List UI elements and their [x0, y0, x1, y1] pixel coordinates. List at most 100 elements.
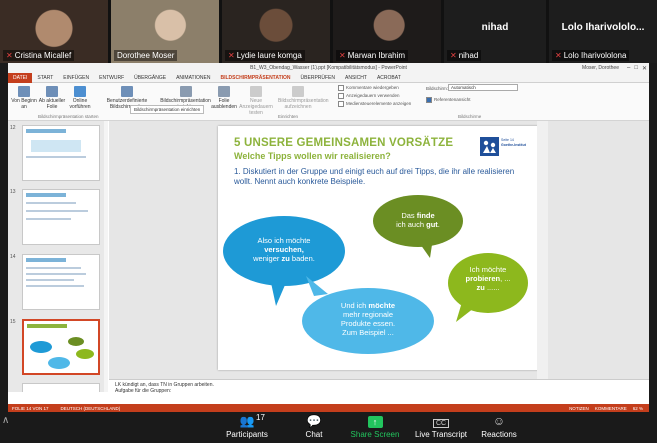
- bubble-text-2: Das finde ich auch gut.: [396, 211, 440, 229]
- notes-button[interactable]: NOTIZEN: [569, 406, 589, 411]
- slide-thumbnails-panel: 12 13 14 15: [8, 121, 108, 392]
- bubble-tail: [270, 278, 288, 306]
- powerpoint-window: B1_W3_Obendag_Wasser (1).ppt [Kompatibil…: [8, 63, 649, 412]
- more-options-icon[interactable]: ∧: [2, 415, 9, 426]
- participant-display-name: nihad: [481, 22, 509, 33]
- tab-animations[interactable]: ANIMATIONEN: [171, 73, 215, 83]
- group-label: Einrichten: [278, 114, 299, 119]
- tab-acrobat[interactable]: ACROBAT: [372, 73, 406, 83]
- transcript-label: Live Transcript: [414, 430, 468, 439]
- slide-scrollbar[interactable]: [537, 121, 548, 379]
- mute-icon: ✕: [228, 51, 235, 60]
- slide-number: 15: [10, 319, 16, 325]
- thumb-line: [26, 267, 81, 269]
- participant-name: ✕ Lolo Iharivololona: [552, 50, 630, 61]
- thumb-box: [31, 140, 81, 152]
- thumb-title: [26, 129, 66, 133]
- hide-slide-icon: [218, 86, 230, 97]
- maximize-icon[interactable]: □: [634, 65, 638, 72]
- participants-label: Participants: [226, 430, 268, 439]
- ribbon-tabs: DATEI START EINFÜGEN ENTWURF ÜBERGÄNGE A…: [8, 72, 649, 83]
- reactions-label: Reactions: [481, 430, 517, 439]
- minimize-icon[interactable]: –: [627, 65, 630, 72]
- slide-thumbnail[interactable]: [22, 254, 100, 310]
- tab-slideshow[interactable]: BILDSCHIRMPRÄSENTATION: [215, 73, 295, 83]
- participant-name: ✕ Lydie laure komga: [225, 50, 305, 61]
- close-icon[interactable]: ✕: [642, 65, 647, 72]
- video-tile[interactable]: ✕ Lydie laure komga: [222, 0, 330, 63]
- tooltip: Bildschirmpräsentation einrichten: [130, 105, 205, 114]
- tab-insert[interactable]: EINFÜGEN: [58, 73, 94, 83]
- status-right: NOTIZEN KOMMENTARE 62 %: [569, 406, 643, 411]
- mute-icon: ✕: [450, 51, 457, 60]
- tab-file[interactable]: DATEI: [8, 72, 33, 83]
- tab-review[interactable]: ÜBERPRÜFEN: [296, 73, 340, 83]
- from-current-button[interactable]: Ab aktueller Folie: [38, 86, 66, 110]
- hide-slide-button[interactable]: Folie ausblenden: [210, 86, 238, 110]
- language-indicator[interactable]: DEUTSCH (DEUTSCHLAND): [61, 406, 121, 411]
- slide-thumbnail[interactable]: [22, 125, 100, 181]
- participant-name: Dorothee Moser: [114, 50, 178, 61]
- slide-number: 12: [10, 125, 16, 131]
- thumbnail-scrollbar[interactable]: [104, 121, 108, 392]
- video-tile[interactable]: Lolo Iharivololo... ✕ Lolo Iharivololona: [549, 0, 657, 63]
- participant-name: ✕ Cristina Micallef: [3, 50, 75, 61]
- slide-thumbnail[interactable]: [22, 189, 100, 245]
- slide-number: 13: [10, 189, 16, 195]
- slide-thumbnail-selected[interactable]: [22, 319, 100, 375]
- checkbox-presenter-view[interactable]: Referentenansicht: [426, 97, 471, 103]
- thumb-bubble: [48, 357, 70, 369]
- window-controls: – □ ✕: [627, 65, 647, 72]
- slide-canvas[interactable]: 5 UNSERE GEMEINSAMEN VORSÄTZE Welche Tip…: [218, 126, 546, 370]
- window-titlebar: B1_W3_Obendag_Wasser (1).ppt [Kompatibil…: [8, 63, 649, 73]
- thumb-line: [26, 218, 71, 220]
- bubble-text-4: Und ich möchte mehr regionale Produkte e…: [340, 301, 396, 337]
- participant-name: ✕ Marwan Ibrahim: [336, 50, 409, 61]
- thumb-line: [26, 273, 86, 275]
- from-beginning-button[interactable]: Von Beginn an: [10, 86, 38, 110]
- thumb-title: [26, 258, 66, 262]
- checkbox-media-controls[interactable]: Mediensteuerelemente anzeigen: [338, 101, 411, 107]
- chat-label: Chat: [305, 430, 323, 439]
- monitor-label: Bildschirm:: [426, 86, 449, 91]
- chat-button[interactable]: 💬 Chat: [300, 414, 328, 439]
- reactions-icon: ☺: [492, 414, 506, 428]
- rehearse-timings-button[interactable]: Neue Anzeigedauern testen: [238, 86, 274, 116]
- record-icon: [292, 86, 304, 97]
- checkbox-narrations[interactable]: Kommentare wiedergeben: [338, 85, 399, 91]
- video-tile[interactable]: nihad ✕ nihad: [444, 0, 546, 63]
- video-tile[interactable]: ✕ Cristina Micallef: [0, 0, 108, 63]
- live-transcript-button[interactable]: CC Live Transcript: [410, 414, 472, 439]
- thumb-bubble: [68, 337, 84, 346]
- custom-slideshow-icon: [121, 86, 133, 97]
- video-tile[interactable]: Dorothee Moser: [111, 0, 219, 63]
- slideshow-icon: [46, 86, 58, 97]
- slide-editor: 5 UNSERE GEMEINSAMEN VORSÄTZE Welche Tip…: [109, 121, 649, 399]
- timer-icon: [250, 86, 262, 97]
- participant-name: ✕ nihad: [447, 50, 482, 61]
- monitor-dropdown[interactable]: Automatisch: [448, 84, 518, 91]
- thumb-line: [26, 210, 88, 212]
- thumb-bubble: [76, 349, 94, 359]
- video-tile[interactable]: ✕ Marwan Ibrahim: [333, 0, 441, 63]
- checkbox-timings[interactable]: Anzeigedauern verwenden: [338, 93, 400, 99]
- setup-icon: [179, 86, 192, 97]
- record-slideshow-button[interactable]: Bildschirmpräsentation aufzeichnen: [278, 86, 329, 110]
- tab-start[interactable]: START: [32, 73, 58, 83]
- thumb-bubble: [30, 341, 52, 353]
- notes-pane[interactable]: LK kündigt an, dass TN in Gruppen arbeit…: [109, 379, 649, 397]
- present-online-button[interactable]: Online vorführen: [66, 86, 94, 110]
- tab-transitions[interactable]: ÜBERGÄNGE: [129, 73, 171, 83]
- share-screen-button[interactable]: ↑ Share Screen: [347, 414, 403, 439]
- globe-icon: [74, 86, 86, 97]
- zoom-level[interactable]: 62 %: [633, 406, 643, 411]
- ribbon: Von Beginn an Ab aktueller Folie Online …: [8, 83, 649, 121]
- mute-icon: ✕: [339, 51, 346, 60]
- slideshow-icon: [18, 86, 30, 97]
- reactions-button[interactable]: ☺ Reactions: [478, 414, 520, 439]
- tab-view[interactable]: ANSICHT: [340, 73, 372, 83]
- tab-design[interactable]: ENTWURF: [94, 73, 129, 83]
- comments-button[interactable]: KOMMENTARE: [595, 406, 627, 411]
- thumb-title: [26, 193, 66, 197]
- slide-thumbnail[interactable]: [22, 383, 100, 392]
